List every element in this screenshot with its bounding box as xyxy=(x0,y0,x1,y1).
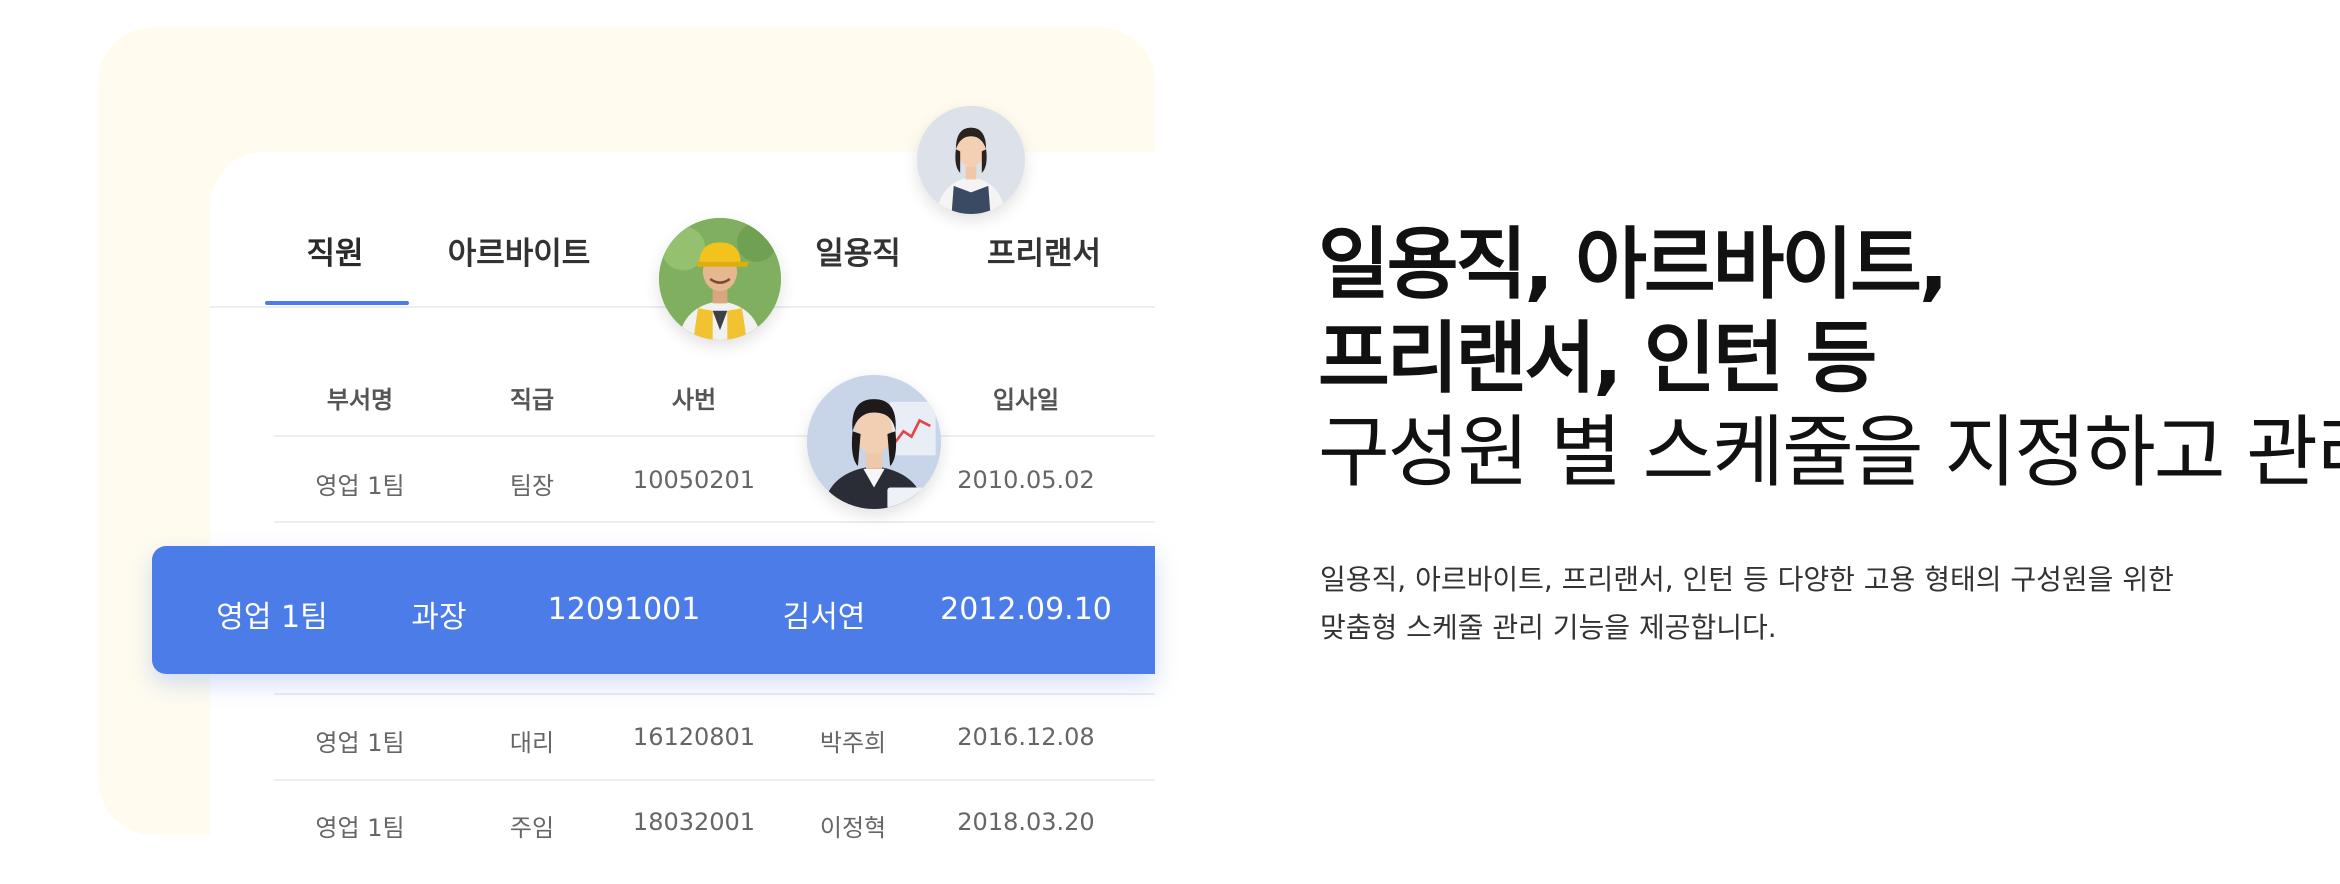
page-headline: 일용직, 아르바이트, 프리랜서, 인턴 등 구성원 별 스케줄을 지정하고 관… xyxy=(1318,218,2340,500)
table-cell-dept: 영업 1팀 xyxy=(216,600,328,635)
description-line-1: 일용직, 아르바이트, 프리랜서, 인턴 등 다양한 고용 형태의 구성원을 위… xyxy=(1320,563,2174,596)
column-header-employee-id: 사번 xyxy=(671,386,717,414)
tab-daily-worker[interactable]: 일용직 xyxy=(815,228,901,273)
tab-freelancer[interactable]: 프리랜서 xyxy=(987,228,1101,273)
table-cell-rank: 과장 xyxy=(411,600,467,635)
table-cell-dept: 영업 1팀 xyxy=(315,472,405,500)
table-cell-date: 2010.05.02 xyxy=(957,466,1095,494)
avatar-worker-apron-icon xyxy=(917,106,1025,214)
row-divider xyxy=(274,693,1155,695)
description-line-2: 맞춤형 스케줄 관리 기능을 제공합니다. xyxy=(1320,611,1777,644)
avatar-worker-cap-icon xyxy=(659,218,781,340)
row-divider xyxy=(274,521,1155,523)
table-cell-rank: 주임 xyxy=(509,814,555,842)
table-cell-date: 2016.12.08 xyxy=(957,723,1095,751)
headline-line-2: 프리랜서, 인턴 등 xyxy=(1318,314,1877,404)
row-divider xyxy=(274,779,1155,781)
feature-description: 일용직, 아르바이트, 프리랜서, 인턴 등 다양한 고용 형태의 구성원을 위… xyxy=(1320,556,2174,652)
table-cell-rank: 팀장 xyxy=(509,472,555,500)
table-cell-id: 16120801 xyxy=(632,723,756,751)
highlighted-table-row[interactable]: 영업 1팀 과장 12091001 김서연 2012.09.10 xyxy=(152,546,1155,674)
active-tab-indicator xyxy=(265,301,409,305)
tab-part-time[interactable]: 아르바이트 xyxy=(448,228,591,273)
row-divider xyxy=(274,435,1155,437)
avatar-office-woman-icon xyxy=(807,375,941,509)
tab-employee[interactable]: 직원 xyxy=(306,228,363,273)
table-cell-id: 18032001 xyxy=(632,808,756,836)
table-cell-date: 2012.09.10 xyxy=(940,592,1112,627)
table-cell-rank: 대리 xyxy=(509,729,555,757)
table-cell-id: 10050201 xyxy=(632,466,756,494)
table-cell-name: 김서연 xyxy=(782,600,866,635)
table-cell-dept: 영업 1팀 xyxy=(315,814,405,842)
table-cell-dept: 영업 1팀 xyxy=(315,729,405,757)
table-cell-name: 이정혁 xyxy=(819,814,887,842)
column-header-department: 부서명 xyxy=(326,386,394,414)
table-cell-id: 12091001 xyxy=(547,592,701,627)
table-cell-date: 2018.03.20 xyxy=(957,808,1095,836)
headline-line-3: 구성원 별 스케줄을 지정하고 관리 xyxy=(1318,408,2340,498)
table-cell-name: 박주희 xyxy=(819,729,887,757)
headline-line-1: 일용직, 아르바이트, xyxy=(1318,220,1948,310)
column-header-rank: 직급 xyxy=(509,386,555,414)
column-header-hire-date: 입사일 xyxy=(992,386,1060,414)
